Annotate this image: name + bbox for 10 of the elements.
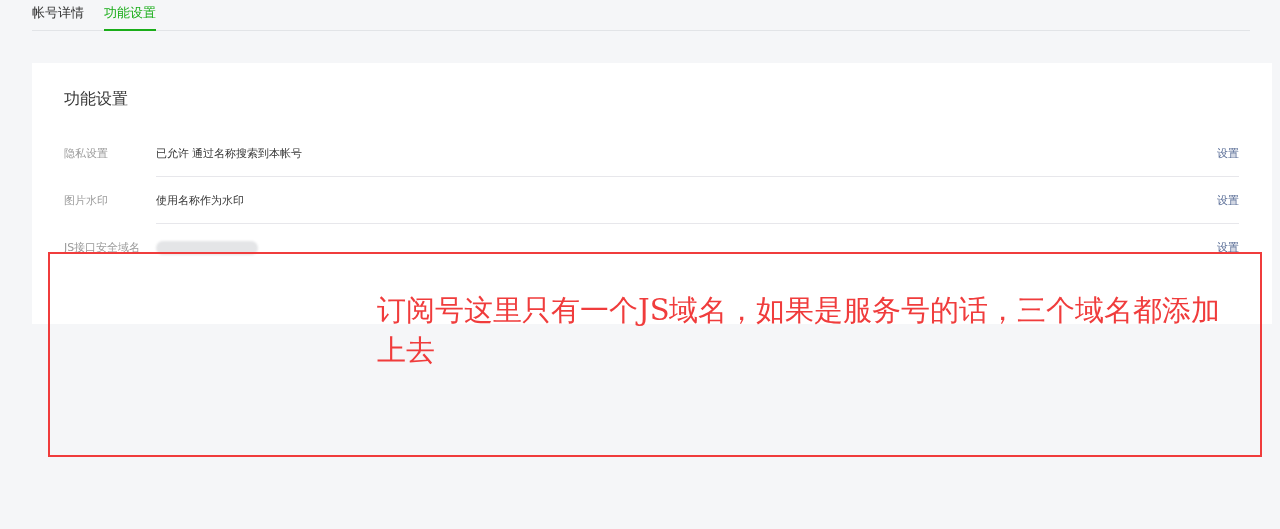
settings-link[interactable]: 设置 (1217, 240, 1239, 255)
settings-link[interactable]: 设置 (1217, 192, 1239, 208)
setting-value: 使用名称作为水印 (156, 192, 244, 208)
annotation-text: 订阅号这里只有一个JS域名，如果是服务号的话，三个域名都添加上去 (377, 292, 1222, 369)
settings-link[interactable]: 设置 (1217, 145, 1239, 161)
tab[interactable]: 帐号详情 (32, 0, 84, 31)
setting-value: 已允许 通过名称搜索到本帐号 (156, 145, 303, 161)
setting-label: 隐私设置 (64, 146, 109, 162)
setting-label: 图片水印 (64, 193, 109, 209)
card-title: 功能设置 (64, 89, 129, 110)
